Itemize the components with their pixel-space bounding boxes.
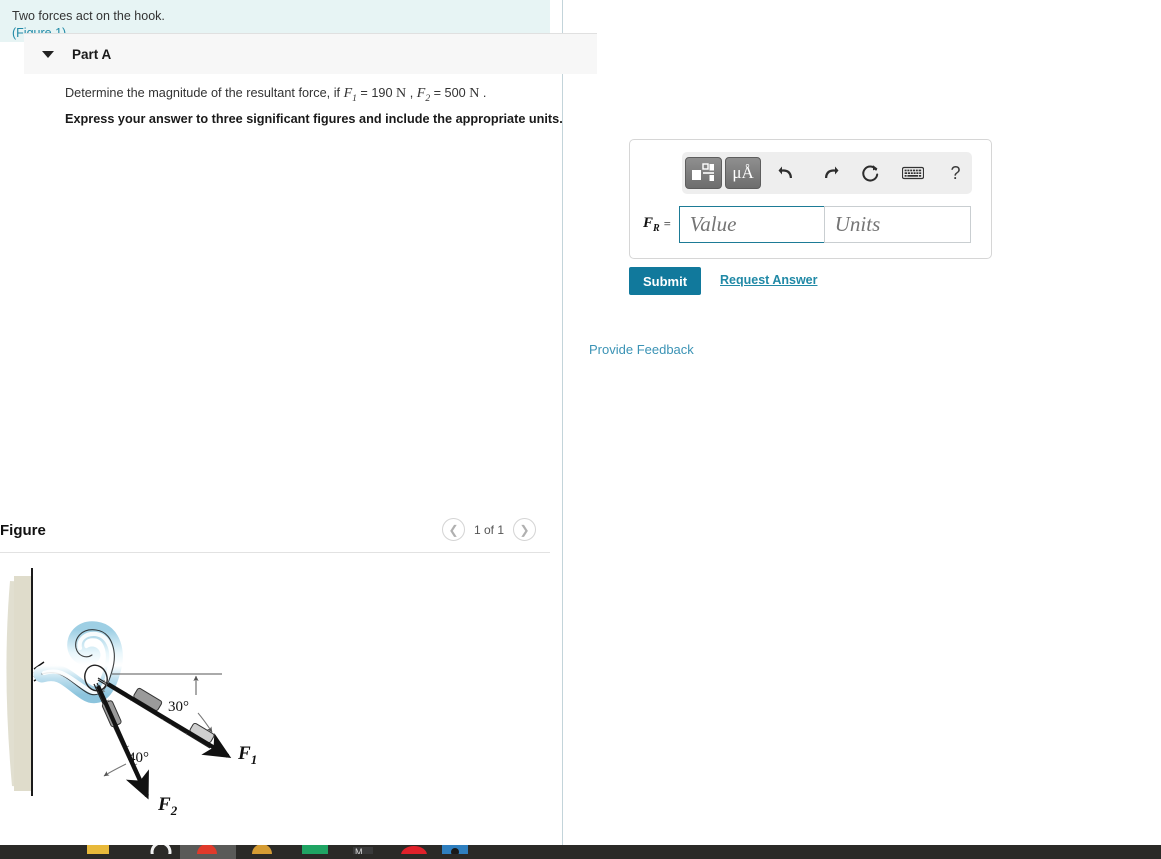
units-icon-label: μÅ xyxy=(732,163,754,182)
right-panel xyxy=(564,0,1161,845)
hook-force-diagram-svg: 30° 40° F1 F2 xyxy=(6,568,257,818)
variable-f2: F2 xyxy=(416,86,431,104)
figure-navigation: ❮ 1 of 1 ❯ xyxy=(441,518,536,541)
problem-statement-text: Two forces act on the hook. xyxy=(12,9,165,23)
settings-gear-icon[interactable] xyxy=(148,845,174,859)
spreadsheet-icon[interactable] xyxy=(300,845,330,859)
os-taskbar[interactable]: M xyxy=(0,845,1161,859)
force-1-label: F1 xyxy=(237,743,257,767)
keyboard-icon[interactable] xyxy=(896,157,929,189)
provide-feedback-link[interactable]: Provide Feedback xyxy=(589,342,694,357)
figure-counter-label: 1 of 1 xyxy=(473,522,504,537)
answer-entry-box: μÅ ? FR = Value Units xyxy=(629,139,992,259)
f1-equals-value: = 190 xyxy=(356,86,397,100)
svg-text:M: M xyxy=(355,847,363,854)
question-prefix: Determine the magnitude of the resultant… xyxy=(65,86,344,100)
separator-comma: , xyxy=(406,86,417,100)
submit-button[interactable]: Submit xyxy=(629,267,701,295)
answer-toolbar: μÅ ? xyxy=(682,152,972,194)
question-text: Determine the magnitude of the resultant… xyxy=(65,86,486,104)
question-period: . xyxy=(479,86,487,100)
folder-icon[interactable] xyxy=(85,845,111,859)
request-answer-link[interactable]: Request Answer xyxy=(720,273,817,287)
figure-panel-title: Figure xyxy=(0,522,46,539)
redo-arrow-icon[interactable] xyxy=(812,157,845,189)
media-icon[interactable] xyxy=(440,845,470,859)
part-a-header[interactable]: Part A xyxy=(24,33,597,74)
instruction-text: Express your answer to three significant… xyxy=(65,112,563,126)
reset-circular-arrow-icon[interactable] xyxy=(853,157,886,189)
browser-icon[interactable] xyxy=(190,845,224,859)
answer-field-row: FR = xyxy=(643,206,971,243)
page-root: Two forces act on the hook. (Figure 1) F… xyxy=(0,0,1161,859)
f2-unit: N xyxy=(469,86,480,101)
f2-equals-value: = 500 xyxy=(430,86,470,100)
redhat-icon[interactable] xyxy=(398,845,430,859)
variable-f1: F1 xyxy=(343,86,357,104)
resultant-force-label: FR xyxy=(643,215,660,234)
editor-icon[interactable]: M xyxy=(350,845,376,859)
math-template-icon[interactable] xyxy=(685,157,722,189)
figure-divider xyxy=(0,552,550,553)
question-mark-help-icon[interactable]: ? xyxy=(939,157,972,189)
part-a-title: Part A xyxy=(72,46,112,62)
firefox-icon[interactable] xyxy=(246,845,278,859)
left-panel: Two forces act on the hook. (Figure 1) F… xyxy=(0,0,563,845)
micro-angstrom-units-icon[interactable]: μÅ xyxy=(724,157,762,189)
value-input[interactable] xyxy=(678,206,824,243)
figure-diagram: 30° 40° F1 F2 xyxy=(0,556,550,845)
angle-40-label: 40° xyxy=(128,750,149,766)
figure-next-button[interactable]: ❯ xyxy=(513,518,536,541)
undo-arrow-icon[interactable] xyxy=(771,157,804,189)
units-input[interactable] xyxy=(823,206,971,243)
equals-sign: = xyxy=(663,217,671,231)
figure-prev-button[interactable]: ❮ xyxy=(441,518,465,541)
angle-30-label: 30° xyxy=(168,699,189,715)
caret-down-icon[interactable] xyxy=(42,50,54,58)
f1-unit: N xyxy=(396,86,407,101)
figure-header: Figure ❮ 1 of 1 ❯ xyxy=(0,512,550,554)
force-2-label: F2 xyxy=(157,794,178,818)
